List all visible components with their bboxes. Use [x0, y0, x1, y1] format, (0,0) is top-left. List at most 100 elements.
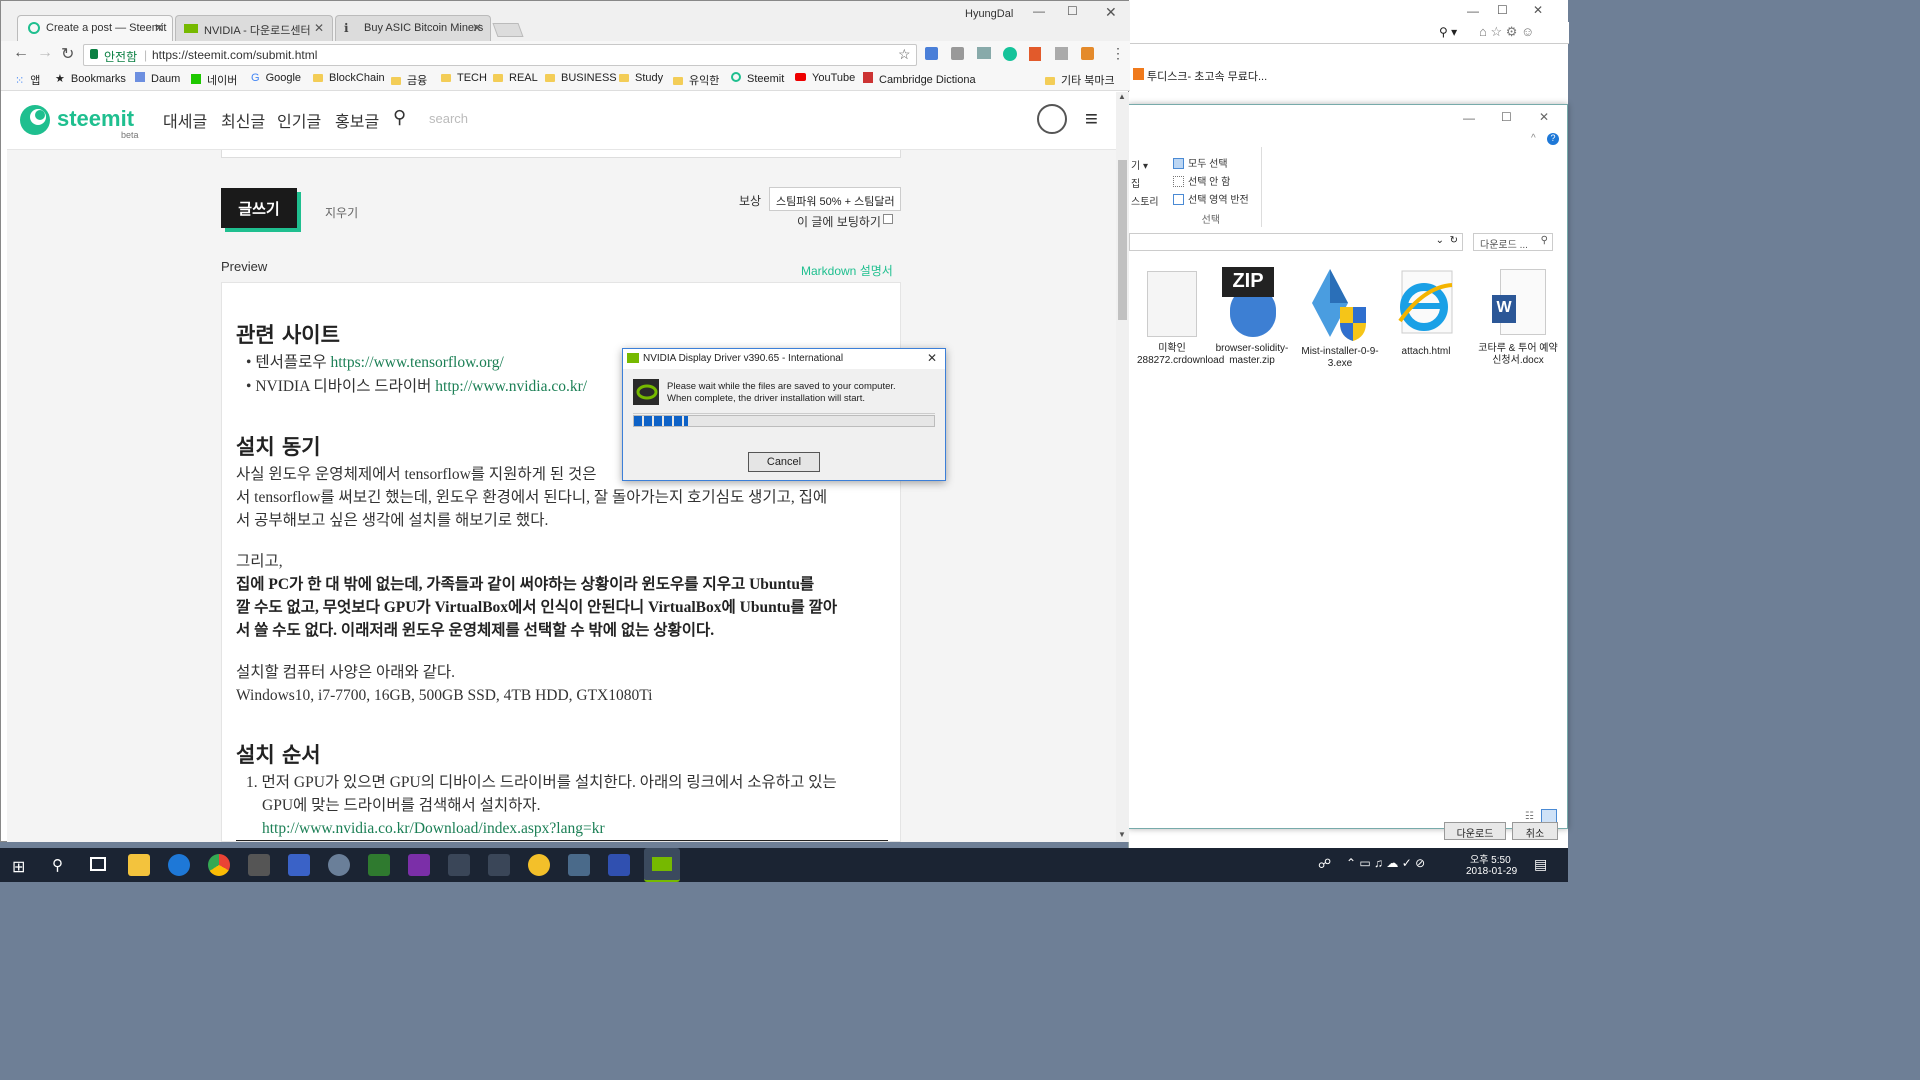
file-explorer-icon[interactable]	[128, 854, 150, 876]
clear-button[interactable]: 지우기	[325, 204, 358, 221]
markdown-help-link[interactable]: Markdown 설명서	[801, 262, 893, 279]
close-icon[interactable]: ✕	[1539, 110, 1549, 124]
minimize-icon[interactable]: —	[1033, 4, 1045, 18]
close-icon[interactable]: ✕	[1105, 4, 1117, 21]
file-item[interactable]: W 코타루 & 투어 예약 신청서.docx	[1475, 267, 1561, 367]
tab-asic[interactable]: ℹ Buy ASIC Bitcoin Miners ✕	[335, 15, 491, 41]
bookmark-item[interactable]: YouTube	[795, 72, 855, 84]
submit-button[interactable]: 글쓰기	[221, 188, 297, 228]
select-none-button[interactable]: 선택 안 함	[1173, 173, 1249, 191]
file-item[interactable]: ZIP browser-solidity-master.zip	[1215, 267, 1289, 367]
task-view-icon[interactable]	[90, 857, 106, 871]
search-icon[interactable]: ⚲	[52, 856, 63, 874]
reward-select[interactable]: 스팀파워 50% + 스팀달러	[769, 187, 901, 211]
new-tab-button[interactable]	[492, 23, 524, 37]
bookmark-item[interactable]: Cambridge Dictiona	[863, 72, 976, 86]
close-tab-icon[interactable]: ✕	[472, 21, 482, 35]
bookmark-star-icon[interactable]: ☆	[898, 46, 911, 63]
steemit-logo-icon[interactable]	[19, 104, 51, 136]
virtualbox-icon[interactable]	[448, 854, 470, 876]
nav-promoted[interactable]: 홍보글	[335, 108, 379, 132]
scroll-thumb[interactable]	[1118, 160, 1127, 320]
search-field[interactable]: 다운로드 ... ⚲	[1473, 233, 1553, 251]
path-bar[interactable]: ⌄ ↻	[1129, 233, 1463, 251]
open-button[interactable]: 다운로드	[1444, 822, 1506, 840]
ie-address-bar[interactable]: ⚲ ▾ ⌂ ☆ ⚙ ☺	[1129, 22, 1569, 44]
bookmark-folder[interactable]: 유익한	[673, 72, 719, 88]
bookmark-folder[interactable]: BUSINESS	[545, 72, 617, 84]
address-bar[interactable]: 안전함 | https://steemit.com/submit.html ☆	[83, 44, 917, 66]
url-text[interactable]: https://steemit.com/submit.html	[152, 48, 317, 62]
chevron-up-icon[interactable]: ^	[1531, 133, 1536, 144]
nav-new[interactable]: 최신글	[221, 108, 265, 132]
file-item[interactable]: 미확인 288272.crdownload	[1137, 267, 1224, 367]
bookmark-folder[interactable]: Study	[619, 72, 663, 84]
upvote-checkbox[interactable]	[883, 214, 893, 224]
cancel-button[interactable]: Cancel	[748, 452, 820, 472]
mail-icon[interactable]	[488, 854, 510, 876]
ribbon-item[interactable]: 기 ▾	[1131, 157, 1148, 172]
s-extension-icon[interactable]	[1055, 47, 1068, 60]
close-tab-icon[interactable]: ✕	[154, 21, 164, 35]
windows-start-icon[interactable]: ⊞	[12, 857, 25, 877]
office-extension-icon[interactable]	[1029, 47, 1041, 61]
itunes-icon[interactable]	[608, 854, 630, 876]
metamask-icon[interactable]	[1081, 47, 1094, 60]
nvidia-download-link[interactable]: http://www.nvidia.co.kr/Download/index.a…	[262, 820, 605, 837]
minimize-icon[interactable]: —	[1467, 4, 1479, 18]
vim-icon[interactable]	[368, 854, 390, 876]
nvidia-link[interactable]: http://www.nvidia.co.kr/	[435, 378, 587, 395]
bookmark-folder[interactable]: 기타 북마크	[1045, 72, 1115, 88]
maximize-icon[interactable]: ☐	[1497, 3, 1508, 17]
clock-time[interactable]: 오후 5:50	[1470, 851, 1511, 866]
people-icon[interactable]: ☍	[1318, 856, 1331, 872]
refresh-icon[interactable]: ↻	[1450, 235, 1458, 246]
favorite-link[interactable]: 투디스크- 초고속 무료다...	[1147, 68, 1267, 84]
bookmark-folder[interactable]: BlockChain	[313, 72, 385, 84]
app-window-icon[interactable]	[568, 854, 590, 876]
nvidia-installer-taskbar-button[interactable]	[644, 848, 680, 882]
close-icon[interactable]: ✕	[927, 351, 937, 365]
app-icon[interactable]	[328, 854, 350, 876]
nav-trending[interactable]: 대세글	[163, 108, 207, 132]
onenote-icon[interactable]	[408, 854, 430, 876]
chrome-icon[interactable]	[208, 854, 230, 876]
select-all-button[interactable]: 모두 선택	[1173, 155, 1249, 173]
calculator-icon[interactable]	[248, 854, 270, 876]
close-tab-icon[interactable]: ✕	[314, 21, 324, 35]
minimize-icon[interactable]: —	[1463, 111, 1475, 125]
forward-icon[interactable]: →	[37, 44, 53, 62]
bookmark-folder[interactable]: TECH	[441, 72, 487, 84]
tab-steemit[interactable]: Create a post — Steemit ✕	[17, 15, 173, 41]
file-item[interactable]: Mist-installer-0-9-3.exe	[1301, 267, 1379, 370]
search-input[interactable]: search	[429, 111, 468, 126]
chevron-down-icon[interactable]: ⌄	[1436, 235, 1444, 246]
bookmark-item[interactable]: 네이버	[191, 72, 237, 88]
notification-icon[interactable]: ▤	[1534, 856, 1547, 873]
nav-hot[interactable]: 인기글	[277, 108, 321, 132]
maximize-icon[interactable]: ☐	[1067, 4, 1078, 18]
tray-icons[interactable]: ⌃ ▭ ♫ ☁ ✓ ⊘	[1346, 856, 1425, 870]
home-icon[interactable]: ⌂ ☆ ⚙ ☺	[1479, 24, 1534, 40]
ribbon-item[interactable]: 집	[1131, 175, 1140, 190]
bookmark-item[interactable]: Steemit	[731, 72, 784, 85]
tensorflow-link[interactable]: https://www.tensorflow.org/	[331, 354, 504, 371]
cancel-button[interactable]: 취소	[1512, 822, 1558, 840]
vertical-scrollbar[interactable]: ▲ ▼	[1116, 92, 1129, 842]
steemit-logo-text[interactable]: steemit	[57, 106, 134, 132]
tab-nvidia[interactable]: NVIDIA - 다운로드센터 ✕	[175, 15, 333, 41]
bookmark-item[interactable]: Daum	[135, 72, 180, 85]
hamburger-menu-icon[interactable]: ≡	[1085, 106, 1098, 132]
maximize-icon[interactable]: ☐	[1501, 110, 1512, 124]
people-app-icon[interactable]	[288, 854, 310, 876]
search-icon[interactable]: ⚲	[393, 107, 406, 128]
bookmark-folder[interactable]: 금융	[391, 72, 427, 88]
grammarly-icon[interactable]	[1003, 47, 1017, 61]
view-details-icon[interactable]: ☷	[1525, 811, 1534, 822]
help-icon[interactable]: ?	[1547, 133, 1559, 145]
search-icon[interactable]: ⚲ ▾	[1439, 25, 1457, 39]
bookmark-item[interactable]: ★ Bookmarks	[55, 72, 126, 85]
image-extension-icon[interactable]	[977, 47, 991, 59]
bookmark-apps[interactable]: ⁙ 앱	[15, 72, 40, 88]
ribbon-item[interactable]: 스토리	[1131, 193, 1159, 208]
